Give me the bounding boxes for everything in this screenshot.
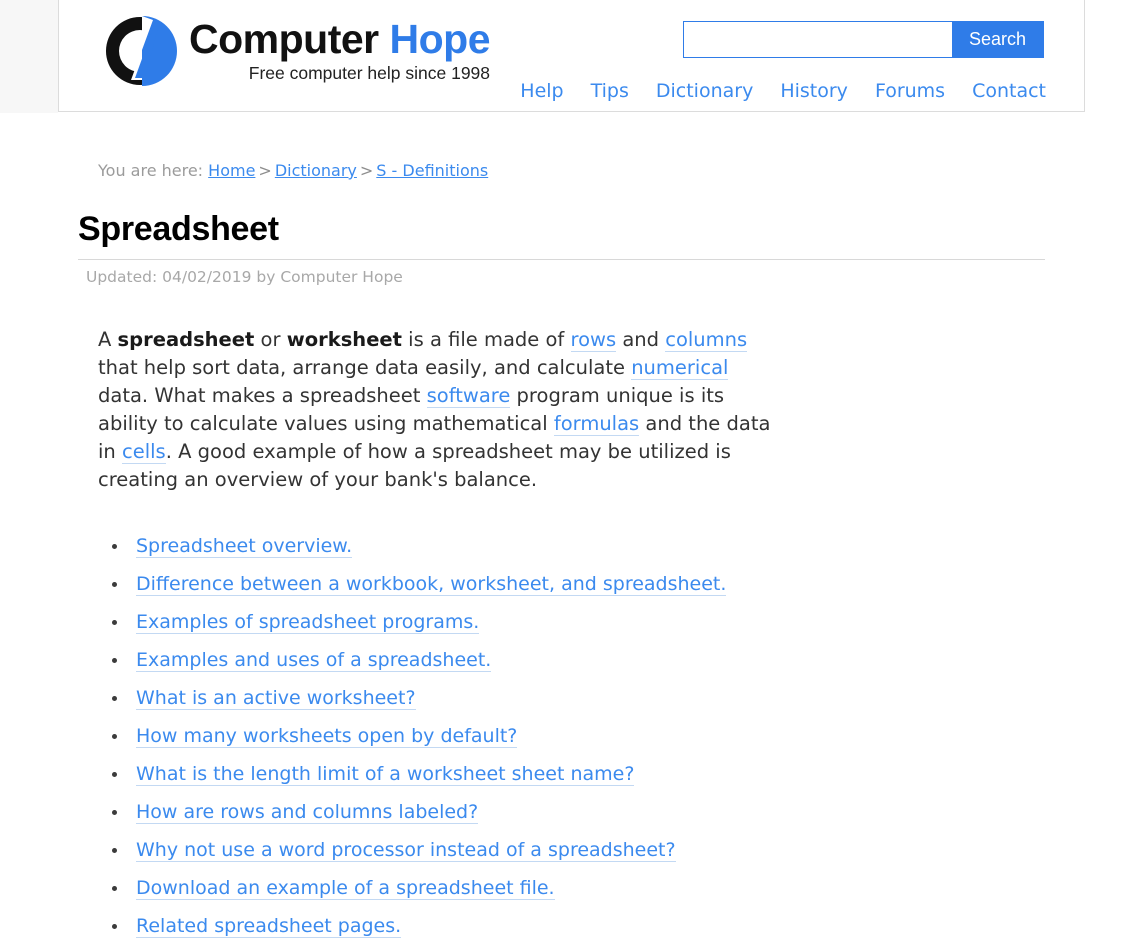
brand-name-computer: Computer: [189, 16, 379, 62]
brand-text: Computer Hope Free computer help since 1…: [189, 8, 491, 84]
left-gutter: [0, 0, 58, 113]
inline-link-software[interactable]: software: [426, 384, 511, 408]
nav-item-forums[interactable]: Forums: [875, 80, 945, 102]
brand-name: Computer Hope: [189, 16, 491, 62]
search-button[interactable]: Search: [952, 22, 1043, 57]
inline-link-rows[interactable]: rows: [570, 328, 617, 352]
list-item: Download an example of a spreadsheet fil…: [112, 876, 1128, 900]
topic-link[interactable]: How many worksheets open by default?: [136, 725, 518, 748]
title-divider: [78, 259, 1045, 260]
intro-text: and: [616, 328, 666, 351]
nav-item-history[interactable]: History: [780, 80, 848, 102]
topic-link[interactable]: What is an active worksheet?: [136, 687, 416, 710]
inline-link-columns[interactable]: columns: [665, 328, 748, 352]
topic-link[interactable]: Examples of spreadsheet programs.: [136, 611, 480, 634]
topic-link[interactable]: What is the length limit of a worksheet …: [136, 763, 635, 786]
breadcrumb-separator: >: [359, 161, 374, 180]
list-item: Examples and uses of a spreadsheet.: [112, 648, 1128, 672]
topic-link[interactable]: Spreadsheet overview.: [136, 535, 353, 558]
nav-item-dictionary[interactable]: Dictionary: [656, 80, 753, 102]
intro-text: A: [98, 328, 118, 351]
breadcrumb-item-s-definitions[interactable]: S - Definitions: [376, 161, 488, 180]
nav-item-tips[interactable]: Tips: [591, 80, 629, 102]
topic-link[interactable]: Why not use a word processor instead of …: [136, 839, 676, 862]
topic-link[interactable]: Examples and uses of a spreadsheet.: [136, 649, 492, 672]
breadcrumb-item-dictionary[interactable]: Dictionary: [275, 161, 357, 180]
list-item: How many worksheets open by default?: [112, 724, 1128, 748]
intro-bold-spreadsheet: spreadsheet: [117, 328, 255, 351]
main-nav: Help Tips Dictionary History Forums Cont…: [520, 80, 1046, 102]
inline-link-numerical[interactable]: numerical: [631, 356, 729, 380]
list-item: Why not use a word processor instead of …: [112, 838, 1128, 862]
search-form: Search: [683, 21, 1044, 58]
breadcrumb: You are here: Home > Dictionary > S - Defini…: [98, 161, 1128, 181]
topic-link[interactable]: Download an example of a spreadsheet fil…: [136, 877, 555, 900]
site-logo-link[interactable]: Computer Hope Free computer help since 1…: [101, 8, 491, 90]
updated-byline: Updated: 04/02/2019 by Computer Hope: [86, 268, 403, 286]
topic-link-list: Spreadsheet overview. Difference between…: [0, 534, 1128, 938]
list-item: What is the length limit of a worksheet …: [112, 762, 1128, 786]
brand-name-hope: Hope: [389, 16, 491, 62]
intro-text: that help sort data, arrange data easily…: [98, 356, 632, 379]
topic-link[interactable]: Difference between a workbook, worksheet…: [136, 573, 727, 596]
nav-item-help[interactable]: Help: [520, 80, 563, 102]
topic-link[interactable]: Related spreadsheet pages.: [136, 915, 402, 938]
page-content: You are here: Home > Dictionary > S - Defini…: [0, 113, 1128, 952]
list-item: What is an active worksheet?: [112, 686, 1128, 710]
intro-text: or: [254, 328, 287, 351]
list-item: How are rows and columns labeled?: [112, 800, 1128, 824]
intro-bold-worksheet: worksheet: [286, 328, 402, 351]
list-item: Related spreadsheet pages.: [112, 914, 1128, 938]
topic-link[interactable]: How are rows and columns labeled?: [136, 801, 479, 824]
brand-tagline: Free computer help since 1998: [248, 63, 491, 83]
list-item: Spreadsheet overview.: [112, 534, 1128, 558]
list-item: Difference between a workbook, worksheet…: [112, 572, 1128, 596]
intro-paragraph: A spreadsheet or worksheet is a file mad…: [98, 326, 778, 494]
site-header: Computer Hope Free computer help since 1…: [58, 0, 1085, 112]
breadcrumb-separator: >: [258, 161, 272, 180]
breadcrumb-prefix: You are here:: [98, 161, 204, 180]
computer-hope-logo-icon: [101, 12, 179, 90]
intro-text: data. What makes a spreadsheet: [98, 384, 427, 407]
search-input[interactable]: [684, 22, 952, 57]
list-item: Examples of spreadsheet programs.: [112, 610, 1128, 634]
inline-link-cells[interactable]: cells: [121, 440, 166, 464]
inline-link-formulas[interactable]: formulas: [553, 412, 640, 436]
nav-item-contact[interactable]: Contact: [972, 80, 1046, 102]
intro-text: . A good example of how a spreadsheet ma…: [98, 440, 731, 491]
page-title: Spreadsheet: [78, 210, 279, 248]
intro-text: is a file made of: [401, 328, 571, 351]
breadcrumb-item-home[interactable]: Home: [208, 161, 255, 180]
